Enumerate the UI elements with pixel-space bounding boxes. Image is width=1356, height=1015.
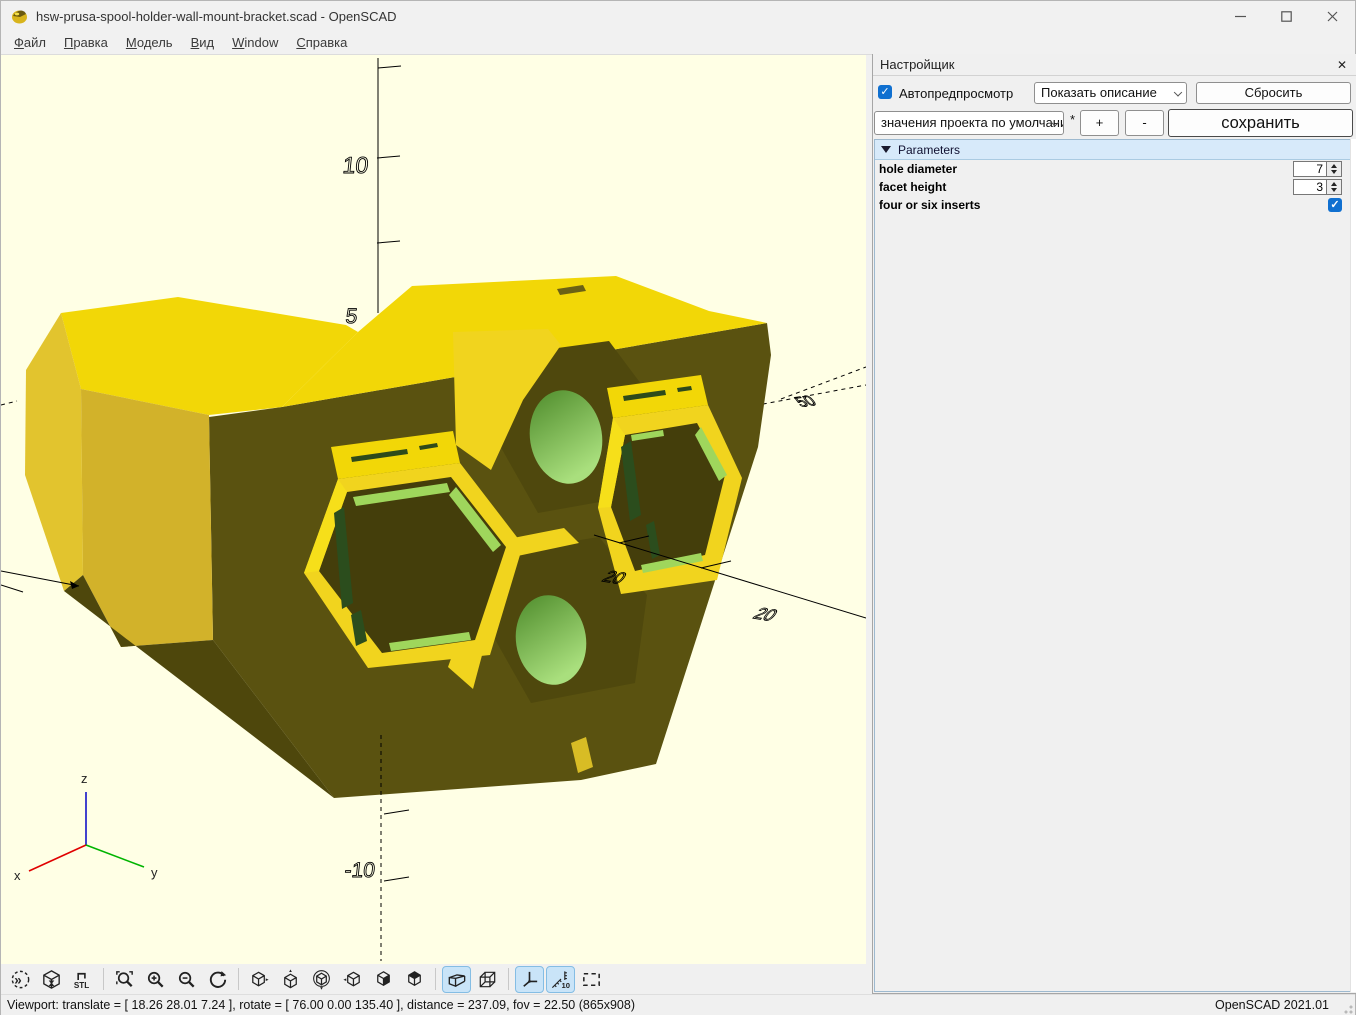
- menu-bar: Файл Правка Модель Вид Window Справка: [1, 31, 1355, 55]
- view-all-button[interactable]: [577, 966, 606, 993]
- svg-text:»: »: [14, 972, 21, 987]
- render-button[interactable]: [37, 966, 66, 993]
- param-row-four-or-six-inserts: four or six inserts ✓: [875, 196, 1350, 214]
- z-axis-upper: [376, 58, 402, 313]
- view-right-button[interactable]: [245, 966, 274, 993]
- menu-design[interactable]: Модель: [117, 32, 182, 53]
- four-or-six-inserts-checkbox[interactable]: ✓: [1328, 198, 1342, 212]
- viewport-status-text: Viewport: translate = [ 18.26 28.01 7.24…: [7, 998, 635, 1012]
- facet-height-input[interactable]: 3: [1293, 179, 1327, 195]
- facet-height-spinner[interactable]: [1327, 179, 1342, 195]
- svg-text:10: 10: [341, 152, 369, 178]
- menu-view[interactable]: Вид: [182, 32, 224, 53]
- export-stl-button[interactable]: STL: [68, 966, 97, 993]
- window-title: hsw-prusa-spool-holder-wall-mount-bracke…: [36, 8, 397, 24]
- 3d-viewport[interactable]: 10 5 -10 20 20 50 z x y: [1, 55, 866, 964]
- remove-preset-button[interactable]: -: [1125, 110, 1164, 136]
- param-row-facet-height: facet height 3: [875, 178, 1350, 196]
- close-button[interactable]: [1309, 1, 1355, 31]
- menu-window[interactable]: Window: [223, 32, 287, 53]
- view-front-button[interactable]: [369, 966, 398, 993]
- preset-dropdown[interactable]: значения проекта по умолчанию: [874, 111, 1064, 135]
- customizer-header: Настройщик ✕: [873, 54, 1356, 76]
- view-back-button[interactable]: [400, 966, 429, 993]
- add-preset-button[interactable]: +: [1080, 110, 1119, 136]
- show-axes-button[interactable]: [515, 965, 544, 993]
- status-bar: Viewport: translate = [ 18.26 28.01 7.24…: [1, 994, 1355, 1015]
- view-top-button[interactable]: [276, 966, 305, 993]
- axis-label-x: x: [14, 868, 21, 883]
- collapse-triangle-icon: [881, 146, 891, 153]
- axis-label-y: y: [151, 865, 158, 880]
- model: [25, 276, 771, 798]
- customizer-panel: Настройщик ✕ ✓ Автопредпросмотр Показать…: [872, 54, 1356, 994]
- view-toolbar: » STL 10: [1, 964, 872, 994]
- toolbar-separator: [508, 968, 509, 990]
- orthographic-view-button[interactable]: [473, 966, 502, 993]
- menu-help[interactable]: Справка: [287, 32, 356, 53]
- openscad-logo-icon: [12, 10, 27, 23]
- zoom-all-button[interactable]: [110, 966, 139, 993]
- block-front-face: [81, 389, 213, 647]
- parameters-group: Parameters hole diameter 7 facet height …: [874, 139, 1351, 992]
- view-left-button[interactable]: [338, 966, 367, 993]
- chevron-down-icon: [1173, 88, 1183, 97]
- version-text: OpenSCAD 2021.01: [1215, 998, 1329, 1012]
- description-dropdown[interactable]: Показать описание: [1034, 82, 1187, 104]
- view-bottom-button[interactable]: [307, 966, 336, 993]
- axis-label-z: z: [81, 771, 88, 786]
- svg-text:-10: -10: [343, 859, 376, 882]
- parameters-header[interactable]: Parameters: [875, 140, 1350, 160]
- toolbar-separator: [238, 968, 239, 990]
- reset-button[interactable]: Сбросить: [1196, 82, 1351, 104]
- svg-text:5: 5: [344, 305, 358, 328]
- modified-indicator: *: [1070, 112, 1076, 127]
- svg-text:50: 50: [791, 393, 820, 410]
- render-preview-button[interactable]: »: [6, 966, 35, 993]
- resize-grip[interactable]: [1341, 1002, 1353, 1014]
- perspective-view-button[interactable]: [442, 965, 471, 993]
- zoom-in-button[interactable]: [141, 966, 170, 993]
- save-preset-button[interactable]: сохранить предустановку: [1168, 109, 1353, 158]
- openscad-window: hsw-prusa-spool-holder-wall-mount-bracke…: [0, 0, 1356, 1015]
- toolbar-separator: [103, 968, 104, 990]
- hole-diameter-input[interactable]: 7: [1293, 161, 1327, 177]
- zoom-out-button[interactable]: [172, 966, 201, 993]
- scrollbar-track[interactable]: [1350, 139, 1356, 992]
- axes-indicator: z x y: [14, 771, 158, 883]
- minimize-button[interactable]: [1217, 1, 1263, 31]
- toolbar-separator: [435, 968, 436, 990]
- autopreview-checkbox[interactable]: ✓: [878, 85, 892, 99]
- menu-edit[interactable]: Правка: [55, 32, 117, 53]
- reset-view-button[interactable]: [203, 966, 232, 993]
- panel-close-icon[interactable]: ✕: [1334, 57, 1350, 73]
- svg-text:20: 20: [749, 604, 782, 624]
- svg-text:10: 10: [561, 981, 570, 990]
- maximize-button[interactable]: [1263, 1, 1309, 31]
- menu-file[interactable]: Файл: [5, 32, 55, 53]
- customizer-title: Настройщик: [880, 57, 955, 72]
- title-bar: hsw-prusa-spool-holder-wall-mount-bracke…: [1, 1, 1355, 31]
- svg-text:STL: STL: [74, 981, 89, 990]
- show-scale-markers-button[interactable]: 10: [546, 965, 575, 993]
- autopreview-label: Автопредпросмотр: [899, 86, 1014, 101]
- 3d-scene: 10 5 -10 20 20 50 z x y: [1, 58, 866, 961]
- param-row-hole-diameter: hole diameter 7: [875, 160, 1350, 178]
- hole-diameter-spinner[interactable]: [1327, 161, 1342, 177]
